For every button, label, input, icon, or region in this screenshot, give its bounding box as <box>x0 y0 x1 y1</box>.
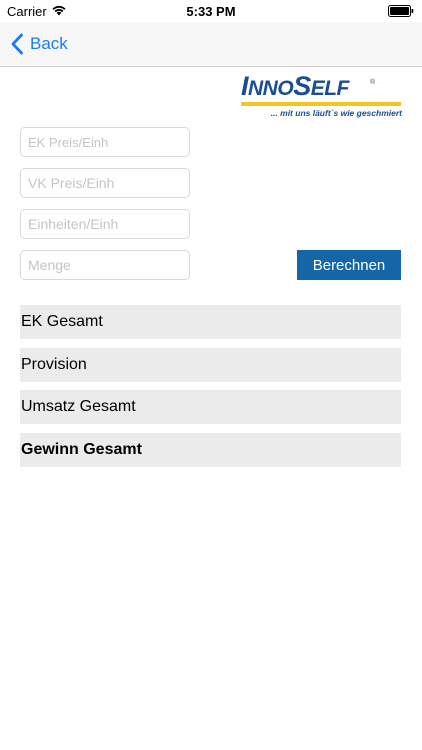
logo-stripe <box>241 102 401 106</box>
app-screen: Carrier 5:33 PM Back INNOSELF ® ... mit … <box>0 0 422 750</box>
logo-tagline: ... mit uns läuft´s wie geschmiert <box>270 108 402 118</box>
status-bar: Carrier 5:33 PM <box>0 0 422 22</box>
result-gewinn-gesamt: Gewinn Gesamt <box>20 433 401 467</box>
result-ek-gesamt: EK Gesamt <box>20 305 401 339</box>
vk-price-input[interactable] <box>20 168 190 198</box>
battery-icon <box>388 5 414 17</box>
ek-price-input[interactable] <box>20 127 190 157</box>
result-umsatz-gesamt: Umsatz Gesamt <box>20 390 401 424</box>
result-provision: Provision <box>20 348 401 382</box>
status-time: 5:33 PM <box>186 4 236 19</box>
innoself-logo: INNOSELF ® ... mit uns läuft´s wie gesch… <box>239 71 403 119</box>
logo-registered-mark: ® <box>370 79 376 86</box>
logo-wordmark: INNOSELF <box>241 71 349 101</box>
units-input[interactable] <box>20 209 190 239</box>
quantity-input[interactable] <box>20 250 190 280</box>
back-button[interactable]: Back <box>10 30 68 58</box>
back-label: Back <box>30 34 68 53</box>
chevron-left-icon <box>11 33 23 55</box>
navigation-bar: Back <box>0 22 422 67</box>
calculate-button[interactable]: Berechnen <box>297 250 401 280</box>
